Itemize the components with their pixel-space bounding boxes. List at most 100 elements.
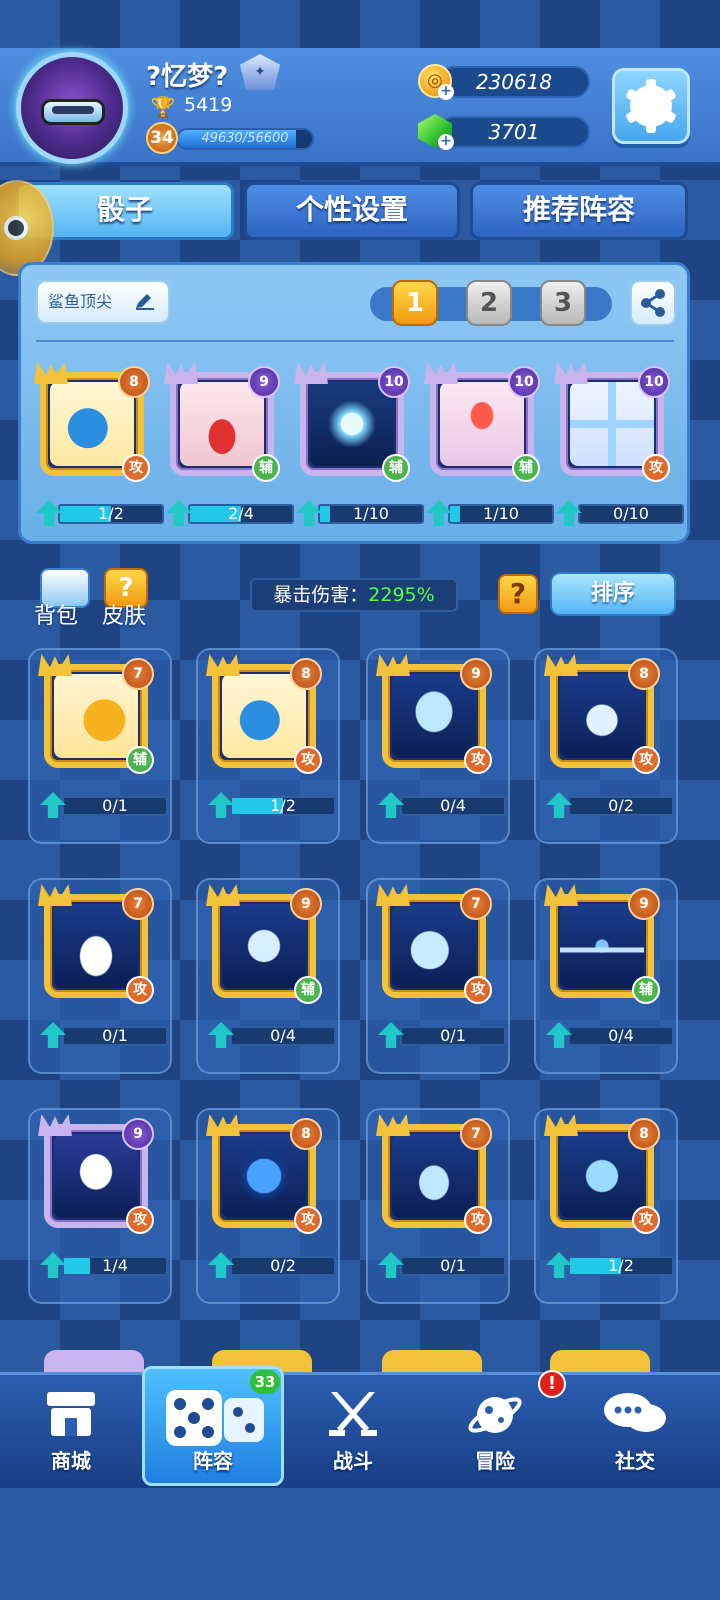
- deck-slot-1[interactable]: 1: [392, 280, 438, 326]
- upgrade-progress-text: 1/10: [353, 504, 389, 523]
- dice-card[interactable]: 8攻: [206, 654, 322, 784]
- dice-role-badge: 攻: [294, 746, 322, 774]
- nav-adventure[interactable]: 冒险: [440, 1384, 550, 1480]
- frame-crown-icon: [38, 654, 72, 676]
- upgrade-progress-text: 0/1: [440, 1256, 466, 1275]
- deck-slot-2[interactable]: 2: [466, 280, 512, 326]
- upgrade-progress: 1/2: [546, 1252, 678, 1278]
- frame-crown-icon: [376, 1114, 410, 1136]
- upgrade-progress-text: 1/2: [98, 504, 124, 523]
- dice-level-badge: 7: [460, 888, 492, 920]
- dice-role-badge: 辅: [294, 976, 322, 1004]
- gemini-icon: [392, 674, 476, 758]
- virgo-icon: [54, 1134, 138, 1218]
- upgrade-progress-bar: 2/4: [188, 504, 294, 524]
- dice-card[interactable]: 10 攻: [554, 362, 670, 492]
- dice-icon: [166, 1390, 264, 1446]
- share-button[interactable]: [630, 280, 676, 326]
- upgrade-progress-text: 0/4: [608, 1026, 634, 1045]
- dice-card[interactable]: 10 辅: [424, 362, 540, 492]
- gear-icon: [625, 79, 677, 133]
- upgrade-progress-text: 1/2: [608, 1256, 634, 1275]
- upgrade-progress-bar: 0/1: [62, 796, 168, 816]
- nav-social[interactable]: 社交: [580, 1384, 690, 1480]
- nav-battle[interactable]: 战斗: [298, 1384, 408, 1480]
- skin-label[interactable]: 皮肤: [102, 598, 146, 630]
- sort-button[interactable]: 排序: [550, 572, 676, 616]
- tab-recommended-lineup[interactable]: 推荐阵容: [470, 182, 688, 240]
- upgrade-progress-text: 2/4: [228, 504, 254, 523]
- help-button[interactable]: ?: [498, 574, 538, 614]
- upgrade-progress-bar: 0/2: [568, 796, 674, 816]
- dandelion-icon: [310, 382, 394, 466]
- dice-card[interactable]: 7辅: [38, 654, 154, 784]
- dice-level-badge: 9: [290, 888, 322, 920]
- aries-icon: [222, 904, 306, 988]
- upgrade-progress-bar: 0/1: [400, 1256, 506, 1276]
- dice-card[interactable]: 8攻: [206, 1114, 322, 1244]
- upgrade-progress-bar: 0/4: [400, 796, 506, 816]
- nav-shop[interactable]: 商城: [16, 1384, 126, 1480]
- dice-card[interactable]: 7攻: [376, 1114, 492, 1244]
- dice-card[interactable]: 9攻: [38, 1114, 154, 1244]
- backpack-label[interactable]: 背包: [34, 598, 78, 630]
- dice-level-badge: 8: [118, 366, 150, 398]
- upgrade-progress-bar: 1/2: [230, 796, 336, 816]
- upgrade-progress: 0/1: [378, 1022, 510, 1048]
- capricorn-icon: [392, 904, 476, 988]
- add-gold-icon[interactable]: +: [438, 84, 454, 100]
- dice-level-badge: 9: [628, 888, 660, 920]
- crit-damage-label: 暴击伤害：: [273, 584, 369, 606]
- dice-card[interactable]: 7攻: [376, 884, 492, 1014]
- dice-level-badge: 8: [628, 658, 660, 690]
- trophy-count: 5419: [184, 94, 233, 116]
- pencil-icon: [136, 294, 154, 310]
- dice-card[interactable]: 8攻: [34, 362, 150, 492]
- upgrade-progress: 0/4: [546, 1022, 678, 1048]
- lineup-count-badge: 33: [250, 1370, 280, 1394]
- dice-role-badge: 攻: [632, 1206, 660, 1234]
- dice-role-badge: 攻: [464, 976, 492, 1004]
- shop-icon: [47, 1392, 95, 1436]
- tab-customize[interactable]: 个性设置: [244, 182, 460, 240]
- add-gems-icon[interactable]: +: [438, 134, 454, 150]
- dice-role-badge: 辅: [382, 454, 410, 482]
- dice-card[interactable]: 9辅: [544, 884, 660, 1014]
- nav-lineup-label: 阵容: [193, 1449, 233, 1473]
- settings-button[interactable]: [612, 68, 690, 144]
- frame-crown-icon: [544, 654, 578, 676]
- dice-card[interactable]: 8攻: [544, 654, 660, 784]
- frame-crown-icon: [38, 1114, 72, 1136]
- frame-crown-icon: [164, 362, 198, 384]
- dice-card[interactable]: 9辅: [206, 884, 322, 1014]
- dice-level-badge: 10: [638, 366, 670, 398]
- upgrade-progress-bar: 1/2: [58, 504, 164, 524]
- dice-level-badge: 7: [460, 1118, 492, 1150]
- frame-crown-icon: [376, 654, 410, 676]
- deck-name-button[interactable]: 鲨鱼顶尖: [36, 280, 170, 324]
- upgrade-progress-text: 0/2: [270, 1256, 296, 1275]
- upgrade-progress-bar: 1/10: [318, 504, 424, 524]
- upgrade-progress-text: 0/1: [102, 796, 128, 815]
- dice-role-badge: 攻: [126, 1206, 154, 1234]
- dice-card[interactable]: 9辅: [164, 362, 280, 492]
- dice-role-badge: 攻: [632, 746, 660, 774]
- frame-crown-icon: [38, 884, 72, 906]
- dice-card[interactable]: 7攻: [38, 884, 154, 1014]
- swords-icon: [329, 1392, 377, 1436]
- share-icon: [641, 289, 665, 317]
- shark-icon: [222, 674, 306, 758]
- upgrade-progress-text: 1/10: [483, 504, 519, 523]
- frame-crown-icon: [554, 362, 588, 384]
- dice-card[interactable]: 9攻: [376, 654, 492, 784]
- player-avatar[interactable]: [16, 52, 128, 164]
- leo-icon: [222, 1134, 306, 1218]
- upgrade-progress: 1/4: [40, 1252, 172, 1278]
- nav-lineup[interactable]: 阵容: [158, 1384, 268, 1480]
- chat-icon: [604, 1393, 666, 1432]
- dice-card[interactable]: 10 辅: [294, 362, 410, 492]
- upgrade-progress-text: 0/2: [608, 796, 634, 815]
- nav-social-label: 社交: [615, 1449, 655, 1473]
- deck-slot-3[interactable]: 3: [540, 280, 586, 326]
- dice-card[interactable]: 8攻: [544, 1114, 660, 1244]
